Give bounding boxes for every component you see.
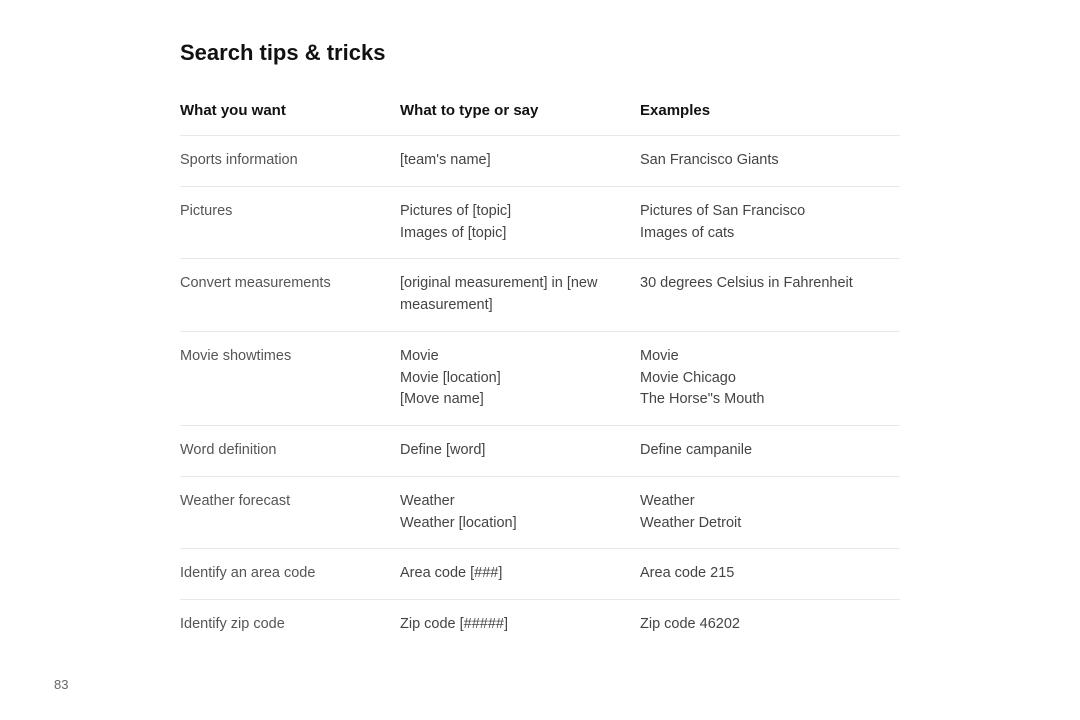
col-header-what: What you want — [180, 102, 400, 119]
cell-example: WeatherWeather Detroit — [640, 491, 900, 535]
table-row: PicturesPictures of [topic]Images of [to… — [180, 186, 900, 259]
table-row: Weather forecastWeatherWeather [location… — [180, 476, 900, 549]
page-number: 83 — [54, 677, 68, 692]
cell-how: Pictures of [topic]Images of [topic] — [400, 201, 640, 245]
cell-what: Identify zip code — [180, 614, 400, 636]
cell-what: Pictures — [180, 201, 400, 223]
cell-how: MovieMovie [location][Move name] — [400, 346, 640, 411]
table-body: Sports information[team's name]San Franc… — [180, 135, 900, 650]
cell-example: Define campanile — [640, 440, 900, 462]
cell-what: Identify an area code — [180, 563, 400, 585]
table-row: Movie showtimesMovieMovie [location][Mov… — [180, 331, 900, 425]
page-container: Search tips & tricks What you want What … — [0, 0, 1080, 720]
cell-what: Weather forecast — [180, 491, 400, 513]
table-row: Identify an area codeArea code [###]Area… — [180, 548, 900, 599]
tips-table: What you want What to type or say Exampl… — [180, 102, 900, 650]
page-title: Search tips & tricks — [180, 40, 900, 66]
cell-how: Zip code [#####] — [400, 614, 640, 636]
cell-what: Sports information — [180, 150, 400, 172]
cell-example: Zip code 46202 — [640, 614, 900, 636]
cell-example: 30 degrees Celsius in Fahrenheit — [640, 273, 900, 295]
cell-example: Area code 215 — [640, 563, 900, 585]
cell-what: Movie showtimes — [180, 346, 400, 368]
cell-how: WeatherWeather [location] — [400, 491, 640, 535]
cell-example: MovieMovie ChicagoThe Horse"s Mouth — [640, 346, 900, 411]
cell-what: Convert measurements — [180, 273, 400, 295]
cell-how: [team's name] — [400, 150, 640, 172]
cell-how: [original measurement] in [new measureme… — [400, 273, 640, 317]
cell-what: Word definition — [180, 440, 400, 462]
table-row: Identify zip codeZip code [#####]Zip cod… — [180, 599, 900, 650]
col-header-how: What to type or say — [400, 102, 640, 119]
table-row: Word definitionDefine [word]Define campa… — [180, 425, 900, 476]
table-row: Sports information[team's name]San Franc… — [180, 135, 900, 186]
table-header: What you want What to type or say Exampl… — [180, 102, 900, 131]
cell-example: Pictures of San FranciscoImages of cats — [640, 201, 900, 245]
cell-how: Define [word] — [400, 440, 640, 462]
col-header-example: Examples — [640, 102, 900, 119]
cell-how: Area code [###] — [400, 563, 640, 585]
table-row: Convert measurements[original measuremen… — [180, 258, 900, 331]
cell-example: San Francisco Giants — [640, 150, 900, 172]
